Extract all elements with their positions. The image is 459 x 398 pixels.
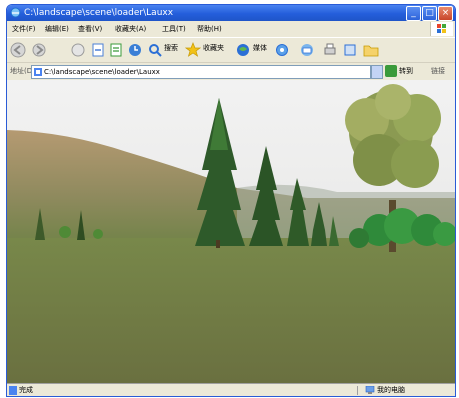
edit-icon[interactable] bbox=[343, 41, 357, 59]
menu-view[interactable]: 查看(V) bbox=[78, 23, 102, 35]
ie-globe-icon[interactable] bbox=[275, 41, 289, 59]
address-bar: 地址(D) C:\landscape\scene\loader\Lauxx 转到… bbox=[7, 62, 455, 80]
ie-icon bbox=[10, 7, 21, 18]
media-button-label[interactable]: 媒体 bbox=[253, 43, 267, 53]
go-arrow-icon[interactable] bbox=[385, 65, 397, 77]
favorites-star-icon[interactable] bbox=[185, 41, 201, 59]
windows-flag-icon bbox=[430, 22, 453, 36]
status-separator bbox=[357, 386, 358, 395]
search-icon[interactable] bbox=[148, 41, 162, 59]
close-button[interactable]: × bbox=[438, 6, 453, 21]
menu-favorites[interactable]: 收藏夹(A) bbox=[115, 23, 146, 35]
ground bbox=[7, 238, 455, 383]
window-title: C:\landscape\scene\loader\Lauxx bbox=[24, 8, 174, 18]
links-label[interactable]: 链接 bbox=[431, 66, 445, 76]
my-computer-icon bbox=[365, 386, 375, 394]
page-icon bbox=[34, 68, 42, 76]
status-bar: 完成 我的电脑 bbox=[7, 383, 455, 396]
menu-tools[interactable]: 工具(T) bbox=[162, 23, 186, 35]
ie-page-icon bbox=[9, 386, 17, 395]
go-button-label[interactable]: 转到 bbox=[399, 66, 413, 76]
standard-toolbar: 搜索 收藏夹 媒体 bbox=[7, 37, 455, 62]
address-dropdown[interactable] bbox=[371, 65, 383, 79]
stop-icon[interactable] bbox=[71, 41, 85, 59]
refresh-icon[interactable] bbox=[91, 41, 105, 59]
forward-icon[interactable] bbox=[31, 41, 47, 59]
address-input[interactable]: C:\landscape\scene\loader\Lauxx bbox=[31, 65, 371, 79]
title-bar: C:\landscape\scene\loader\Lauxx _ □ × bbox=[7, 5, 455, 21]
home-icon[interactable] bbox=[109, 41, 123, 59]
mail-icon[interactable] bbox=[299, 41, 315, 59]
print-icon[interactable] bbox=[323, 41, 337, 59]
history-icon[interactable] bbox=[127, 41, 143, 59]
folder-icon[interactable] bbox=[363, 41, 379, 59]
menu-edit[interactable]: 编辑(E) bbox=[45, 23, 69, 35]
landscape-scene bbox=[7, 80, 455, 383]
media-icon[interactable] bbox=[235, 41, 251, 59]
address-value: C:\landscape\scene\loader\Lauxx bbox=[44, 68, 160, 76]
page-content bbox=[7, 80, 455, 383]
menu-file[interactable]: 文件(F) bbox=[12, 23, 36, 35]
browser-window: C:\landscape\scene\loader\Lauxx _ □ × 文件… bbox=[6, 4, 456, 397]
back-icon[interactable] bbox=[10, 41, 26, 59]
security-zone: 我的电脑 bbox=[377, 386, 405, 394]
status-text: 完成 bbox=[19, 386, 33, 394]
search-button-label[interactable]: 搜索 bbox=[164, 43, 178, 53]
minimize-button[interactable]: _ bbox=[406, 6, 421, 21]
maximize-button[interactable]: □ bbox=[422, 6, 437, 21]
menu-bar: 文件(F) 编辑(E) 查看(V) 收藏夹(A) 工具(T) 帮助(H) bbox=[7, 21, 455, 37]
favorites-button-label[interactable]: 收藏夹 bbox=[203, 43, 224, 53]
menu-help[interactable]: 帮助(H) bbox=[197, 23, 222, 35]
